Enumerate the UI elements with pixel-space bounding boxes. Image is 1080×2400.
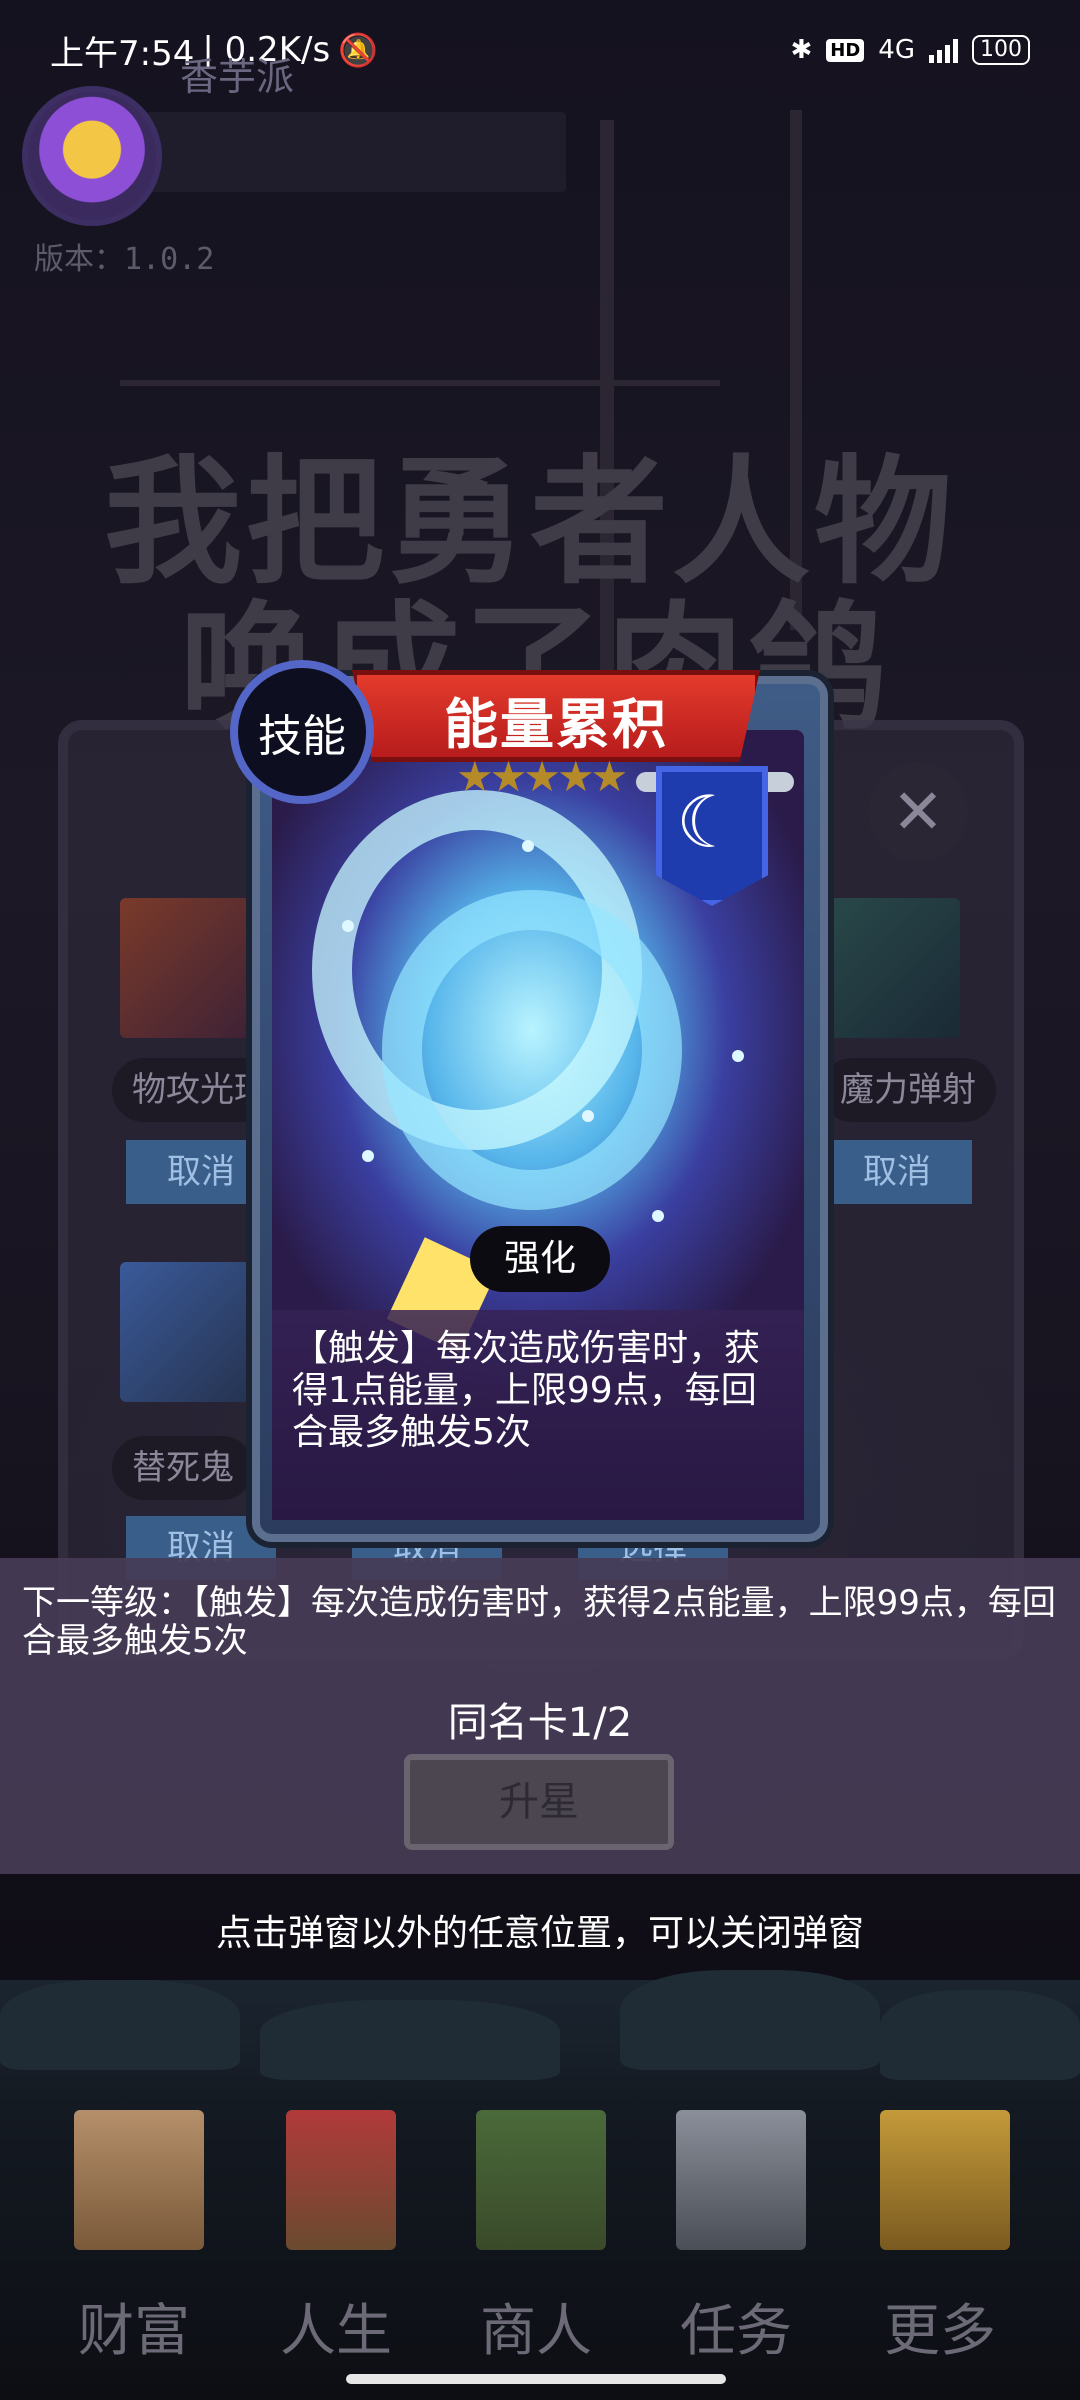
status-time: 上午7:54 (50, 33, 195, 74)
card-type-label: 技能 (258, 711, 346, 762)
bottom-nav: 财富 人生 商人 任务 更多 (0, 2090, 1080, 2380)
nav-item-quest[interactable]: 任务 (636, 2090, 836, 2380)
status-bar: 上午7:54 | 0.2K/s 🔕 ✱ HD 4G 100 (0, 0, 1080, 100)
cancel-button[interactable]: 取消 (822, 1140, 972, 1204)
card-description: 【触发】每次造成伤害时，获得1点能量，上限99点，每回合最多触发5次 (292, 1328, 761, 1453)
card-type-badge: 技能 (230, 660, 374, 804)
avatar[interactable] (22, 86, 162, 226)
nav-label: 人生 (280, 2299, 392, 2364)
nav-label: 更多 (884, 2299, 996, 2364)
card-thumbnail[interactable] (810, 898, 960, 1038)
star-rating: ★★★★★ (456, 752, 628, 801)
card-thumbnail[interactable] (120, 898, 270, 1038)
profile-header (16, 86, 576, 226)
signal-icon (929, 37, 958, 63)
next-level-description: 下一等级：【触发】每次造成伤害时，获得2点能量，上限99点，每回合最多触发5次 (22, 1583, 1056, 1661)
castle-icon (74, 2110, 204, 2250)
upgrade-star-button[interactable]: 升星 (404, 1754, 674, 1850)
card-label: 魔力弹射 (820, 1058, 996, 1122)
close-hint: 点击弹窗以外的任意位置，可以关闭弹窗 (215, 1913, 864, 1954)
tower-icon (286, 2110, 396, 2250)
nav-label: 任务 (680, 2299, 792, 2364)
quest-monument-icon (676, 2110, 806, 2250)
card-thumbnail[interactable] (120, 1262, 270, 1402)
moon-icon: ☾ (676, 780, 741, 864)
nav-item-merchant[interactable]: 商人 (436, 2090, 636, 2380)
more-building-icon (880, 2110, 1010, 2250)
bluetooth-icon: ✱ (790, 35, 813, 65)
battery-indicator: 100 (972, 35, 1030, 65)
card-label: 替死鬼 (112, 1436, 254, 1500)
mute-bell-icon: 🔕 (338, 31, 379, 69)
nav-item-wealth[interactable]: 财富 (34, 2090, 234, 2380)
network-label: 4G (878, 35, 915, 65)
nav-label: 财富 (78, 2299, 190, 2364)
username: 香芋派 (180, 55, 295, 99)
version-label: 版本：1.0.2 (34, 242, 215, 277)
close-icon[interactable]: ✕ (868, 762, 968, 862)
nav-item-more[interactable]: 更多 (840, 2090, 1040, 2380)
same-card-count: 同名卡1/2 (447, 1700, 633, 1746)
nav-item-life[interactable]: 人生 (236, 2090, 436, 2380)
home-indicator[interactable] (346, 2374, 726, 2384)
nav-label: 商人 (480, 2299, 592, 2364)
enhance-tag: 强化 (470, 1226, 610, 1292)
hd-badge: HD (826, 38, 865, 62)
card-name: 能量累积 (444, 693, 668, 756)
merchant-tent-icon (476, 2110, 606, 2250)
username-bar (146, 112, 566, 192)
